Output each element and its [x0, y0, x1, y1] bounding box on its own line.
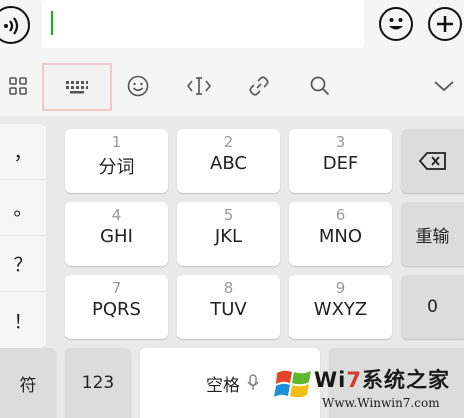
- watermark-url: Www.Winwin7.com: [322, 396, 440, 410]
- key-1[interactable]: 1 分词: [65, 129, 168, 193]
- key-number: 5: [223, 206, 234, 224]
- key-letters: MNO: [318, 226, 363, 247]
- key-letters: PQRS: [92, 299, 141, 320]
- punct-comma-key[interactable]: ，: [0, 124, 46, 180]
- keyboard-icon: [66, 81, 88, 94]
- brand-prefix: Wi: [314, 368, 347, 392]
- key-number: 6: [335, 206, 346, 224]
- cursor-move-button[interactable]: [181, 68, 217, 104]
- key-letters: 分词: [98, 157, 135, 178]
- key-number: 7: [111, 279, 122, 297]
- cursor-move-icon: [186, 77, 212, 95]
- zero-label: 0: [427, 297, 438, 317]
- link-button[interactable]: [241, 68, 277, 104]
- apps-grid-button[interactable]: [0, 68, 36, 104]
- key-7[interactable]: 7 PQRS: [65, 275, 168, 339]
- punct-exclaim-key[interactable]: ！: [0, 292, 46, 348]
- plus-icon: [437, 16, 453, 32]
- search-icon: [310, 76, 330, 96]
- link-icon: [249, 76, 269, 96]
- backspace-icon: [418, 152, 446, 170]
- numbers-key[interactable]: 123: [65, 348, 131, 418]
- punct-period-key[interactable]: 。: [0, 180, 46, 236]
- key-letters: TUV: [210, 299, 247, 320]
- emoji-panel-button[interactable]: [120, 68, 156, 104]
- search-button[interactable]: [302, 68, 338, 104]
- key-letters: DEF: [322, 153, 359, 174]
- brand-suffix: 系统之家: [362, 368, 450, 392]
- key-number: 8: [223, 279, 234, 297]
- voice-input-button[interactable]: [0, 6, 30, 44]
- text-caret: [51, 11, 53, 35]
- key-6[interactable]: 6 MNO: [289, 202, 392, 266]
- voice-icon: [4, 17, 19, 35]
- key-2[interactable]: 2 ABC: [177, 129, 280, 193]
- key-number: 3: [335, 133, 346, 151]
- space-label: 空格: [206, 375, 240, 396]
- reenter-label: 重输: [415, 226, 450, 247]
- punctuation-column: ， 。 ？ ！: [0, 124, 46, 348]
- more-button[interactable]: [428, 7, 462, 41]
- watermark-brand: Wi7系统之家: [314, 364, 450, 394]
- symbols-label: 符: [19, 375, 37, 396]
- message-input[interactable]: [42, 0, 364, 48]
- apps-grid-icon: [9, 77, 27, 95]
- punct-question-key[interactable]: ？: [0, 236, 46, 292]
- chevron-down-icon: [434, 81, 454, 92]
- watermark: Wi7系统之家 Www.Winwin7.com: [272, 360, 464, 418]
- key-3[interactable]: 3 DEF: [289, 129, 392, 193]
- numbers-label: 123: [81, 373, 115, 393]
- collapse-keyboard-button[interactable]: [426, 68, 462, 104]
- windows-logo-icon: [274, 370, 311, 398]
- key-number: 4: [111, 206, 122, 224]
- smiley-icon: [389, 18, 403, 30]
- mic-icon: [247, 374, 259, 390]
- key-number: 2: [223, 133, 234, 151]
- brand-seven: 7: [346, 368, 362, 392]
- reenter-key[interactable]: 重输: [401, 202, 464, 266]
- key-8[interactable]: 8 TUV: [177, 275, 280, 339]
- key-letters: ABC: [210, 153, 247, 174]
- chat-input-bar: [0, 0, 464, 58]
- ime-toolbar: [0, 58, 464, 116]
- emoji-icon: [127, 75, 149, 97]
- key-5[interactable]: 5 JKL: [177, 202, 280, 266]
- key-4[interactable]: 4 GHI: [65, 202, 168, 266]
- key-letters: WXYZ: [313, 299, 368, 320]
- symbols-key[interactable]: 符: [0, 348, 56, 418]
- key-9[interactable]: 9 WXYZ: [289, 275, 392, 339]
- key-letters: GHI: [100, 226, 133, 247]
- key-letters: JKL: [214, 226, 243, 247]
- keyboard-layout-button[interactable]: [42, 63, 112, 111]
- key-number: 9: [335, 279, 346, 297]
- key-number: 1: [111, 133, 122, 151]
- backspace-wrap: [401, 129, 464, 193]
- zero-key[interactable]: 0: [401, 275, 464, 339]
- backspace-key[interactable]: [401, 129, 464, 193]
- emoji-button[interactable]: [379, 7, 413, 41]
